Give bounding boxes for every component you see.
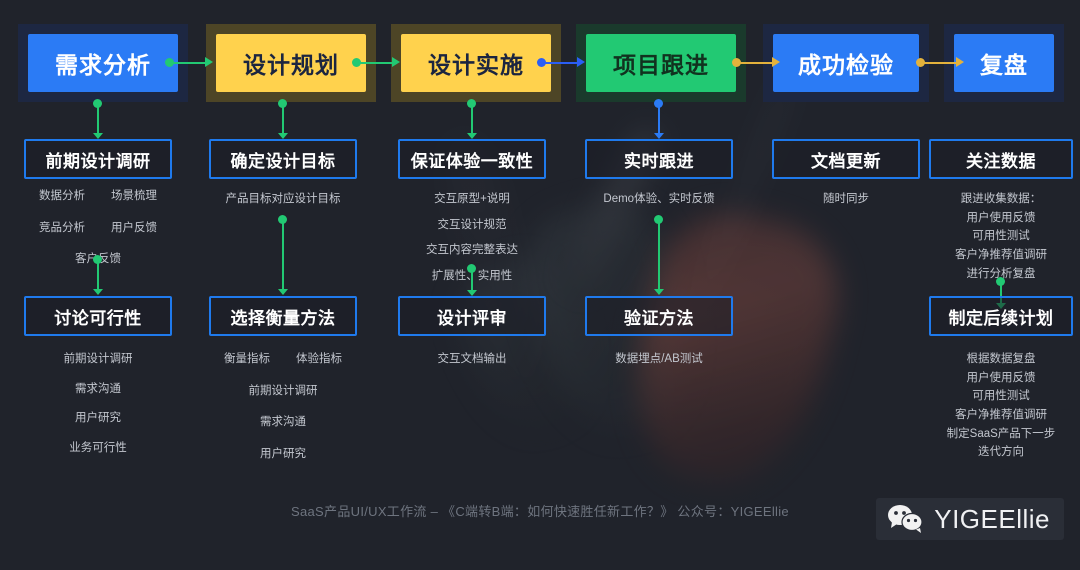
stage-label-2: 设计规划 — [216, 34, 366, 92]
note-line: 用户反馈 — [111, 221, 157, 234]
note-line: 数据分析 — [39, 190, 85, 202]
note-line: 跟进收集数据： — [960, 193, 1042, 205]
notes-c2-s2: 衡量指标 体验指标 前期设计调研 需求沟通 用户研究 — [199, 353, 367, 461]
note-line: 可用性测试 — [972, 230, 1030, 243]
notes-c6-s1: 跟进收集数据： 用户使用反馈 可用性测试 客户净推荐值调研 进行分析复盘 — [919, 193, 1080, 286]
stage-box-1[interactable]: 需求分析 — [18, 24, 188, 102]
note-line: 制定SaaS产品下一步 — [946, 427, 1056, 440]
vconnector-c1-s2 — [93, 255, 103, 295]
note-line: 前期设计调研 — [63, 353, 133, 365]
note-line: 交互设计规范 — [437, 218, 507, 231]
vconnector-c3-s1 — [467, 99, 477, 139]
note-line: 用户研究 — [260, 447, 306, 460]
notes-c4-s2: 数据埋点/AB测试 — [575, 353, 743, 366]
step-box-c2-s1[interactable]: 确定设计目标 — [209, 139, 357, 179]
vconnector-c4-s1 — [654, 99, 664, 139]
step-box-c4-s2[interactable]: 验证方法 — [585, 296, 733, 336]
note-line: 客户净推荐值调研 — [955, 408, 1047, 421]
step-box-c3-s1[interactable]: 保证体验一致性 — [398, 139, 546, 179]
notes-c6-s2: 根据数据复盘 用户使用反馈 可用性测试 客户净推荐值调研 制定SaaS产品下一步… — [915, 353, 1080, 465]
vconnector-c2-s2 — [278, 215, 288, 295]
stage-label-5: 成功检验 — [773, 34, 919, 92]
note-line: 数据埋点/AB测试 — [615, 353, 703, 365]
step-box-c5-s1[interactable]: 文档更新 — [772, 139, 920, 179]
notes-c2-s1: 产品目标对应设计目标 — [199, 193, 367, 206]
note-line: 客户净推荐值调研 — [955, 248, 1047, 261]
note-line: 需求沟通 — [75, 382, 121, 395]
vconnector-c2-s1 — [278, 99, 288, 139]
step-box-c3-s2[interactable]: 设计评审 — [398, 296, 546, 336]
note-line: 根据数据复盘 — [966, 353, 1036, 365]
note-line: 产品目标对应设计目标 — [225, 193, 341, 205]
note-line: 交互文档输出 — [437, 353, 507, 365]
notes-c4-s1: Demo体验、实时反馈 — [575, 193, 743, 206]
note-line: Demo体验、实时反馈 — [603, 193, 715, 205]
step-box-c4-s1[interactable]: 实时跟进 — [585, 139, 733, 179]
stage-label-3: 设计实施 — [401, 34, 551, 92]
note-line: 场景梳理 — [111, 190, 157, 202]
note-line: 体验指标 — [296, 353, 342, 365]
stage-connector-4 — [732, 57, 780, 67]
stage-connector-1 — [165, 57, 213, 67]
stage-label-1: 需求分析 — [28, 34, 178, 92]
vconnector-c3-s2 — [467, 264, 477, 296]
note-line: 需求沟通 — [260, 416, 306, 429]
stage-connector-3 — [537, 57, 585, 67]
vconnector-c1-s1 — [93, 99, 103, 139]
watermark: YIGEEllie — [876, 498, 1064, 540]
note-line: 用户使用反馈 — [966, 211, 1036, 224]
step-box-c1-s2[interactable]: 讨论可行性 — [24, 296, 172, 336]
notes-c1-s2: 前期设计调研 需求沟通 用户研究 业务可行性 — [24, 353, 172, 472]
notes-c3-s2: 交互文档输出 — [388, 353, 556, 366]
notes-c5-s1: 随时同步 — [762, 193, 930, 206]
vconnector-c4-s2 — [654, 215, 664, 295]
stage-connector-5 — [916, 57, 964, 67]
step-box-c2-s2[interactable]: 选择衡量方法 — [209, 296, 357, 336]
note-line: 可用性测试 — [972, 390, 1030, 403]
wechat-icon — [888, 505, 923, 533]
stage-box-2[interactable]: 设计规划 — [206, 24, 376, 102]
note-line: 竞品分析 — [39, 221, 85, 234]
note-line: 交互原型+说明 — [434, 193, 510, 205]
note-line: 前期设计调研 — [248, 384, 318, 397]
stage-label-4: 项目跟进 — [586, 34, 736, 92]
step-box-c6-s2[interactable]: 制定后续计划 — [929, 296, 1073, 336]
step-box-c1-s1[interactable]: 前期设计调研 — [24, 139, 172, 179]
stage-box-3[interactable]: 设计实施 — [391, 24, 561, 102]
stage-box-4[interactable]: 项目跟进 — [576, 24, 746, 102]
stage-connector-2 — [352, 57, 400, 67]
watermark-label: YIGEEllie — [934, 503, 1050, 534]
note-line: 用户使用反馈 — [966, 371, 1036, 384]
note-line: 随时同步 — [823, 193, 869, 205]
note-line: 业务可行性 — [69, 441, 127, 454]
note-line: 衡量指标 — [224, 353, 270, 365]
note-line: 交互内容完整表达 — [426, 244, 518, 257]
stage-label-6: 复盘 — [954, 34, 1054, 92]
workflow-diagram: 需求分析 设计规划 设计实施 项目跟进 成功检验 复盘 前期设计调研 数据分析 … — [0, 0, 1080, 570]
stage-box-5[interactable]: 成功检验 — [763, 24, 929, 102]
step-box-c6-s1[interactable]: 关注数据 — [929, 139, 1073, 179]
note-line: 迭代方向 — [978, 446, 1024, 459]
note-line: 用户研究 — [75, 412, 121, 425]
